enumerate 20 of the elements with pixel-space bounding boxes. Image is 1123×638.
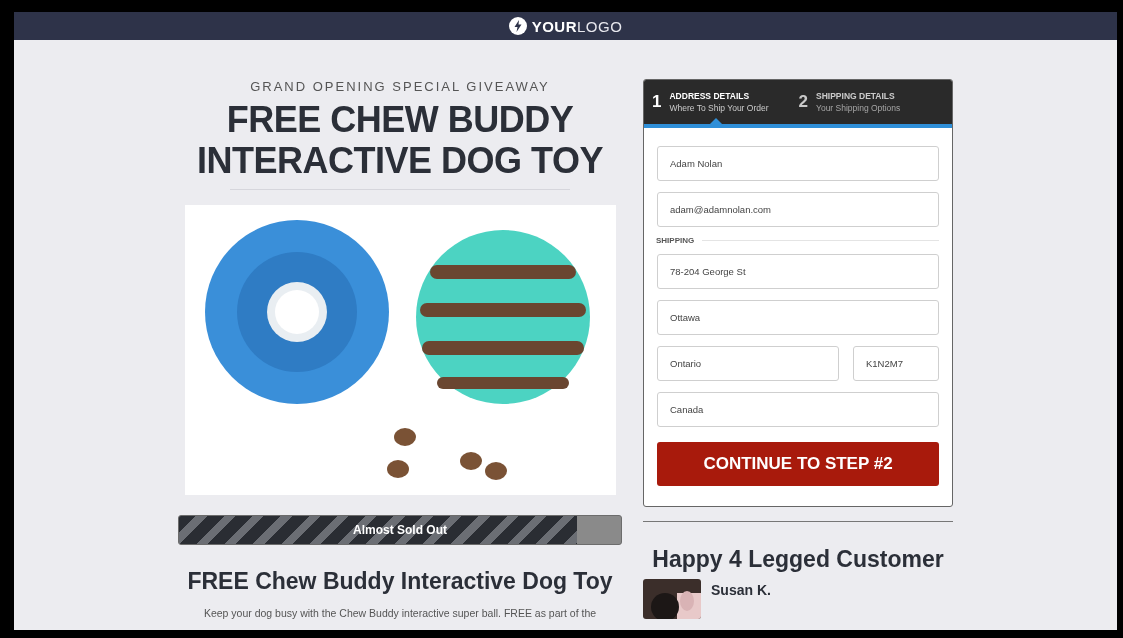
testimonials-title: Happy 4 Legged Customer	[651, 546, 945, 573]
text-field[interactable]: Adam Nolan	[657, 146, 939, 181]
text-field[interactable]: 78-204 George St	[657, 254, 939, 289]
headline: FREE CHEW BUDDY	[226, 99, 574, 140]
product-title: FREE Chew Buddy Interactive Dog Toy	[187, 567, 613, 595]
headline: INTERACTIVE DOG TOY	[197, 140, 603, 181]
eyebrow-text: GRAND OPENING SPECIAL GIVEAWAY	[250, 79, 550, 95]
text-field[interactable]: K1N2M7	[853, 346, 939, 381]
continue-button[interactable]: CONTINUE TO STEP #2	[657, 442, 939, 486]
text-field[interactable]: adam@adamnolan.com	[657, 192, 939, 227]
active-step-caret	[710, 118, 723, 124]
customer-name: Susan K.	[711, 582, 771, 600]
text-field[interactable]: Ottawa	[657, 300, 939, 335]
progress-label: Almost Sold Out	[353, 523, 447, 537]
logo-text: YOURLOGO	[531, 17, 623, 35]
section-label: SHIPPING	[656, 236, 695, 245]
lightning-bolt-icon	[508, 17, 527, 35]
product-description: Keep your dog busy with the Chew Buddy interactive super ball. FREE as part of the	[203, 607, 597, 619]
text-field[interactable]: Canada	[657, 392, 939, 427]
text-field[interactable]: Ontario	[657, 346, 839, 381]
